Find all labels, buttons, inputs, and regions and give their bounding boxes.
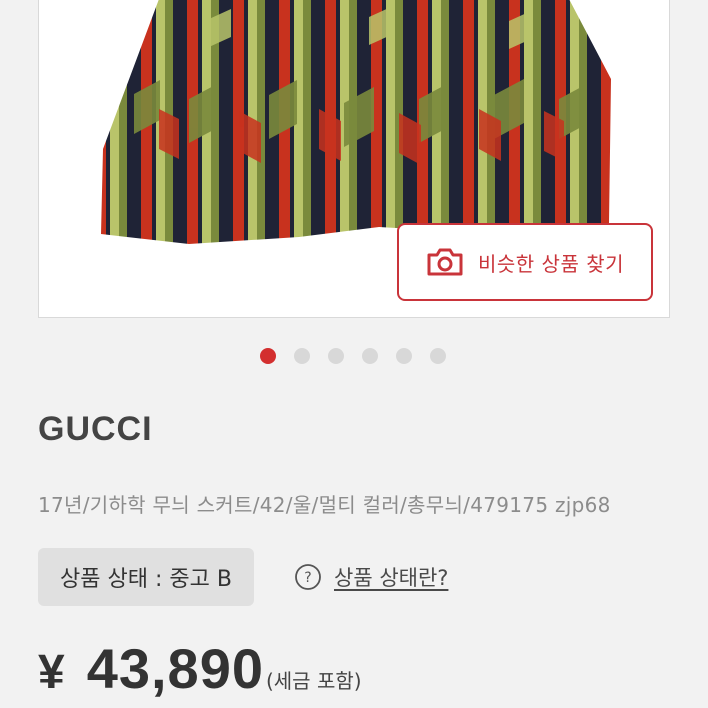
product-title: 17년/기하학 무늬 스커트/42/울/멀티 컬러/총무늬/479175 zjp… bbox=[38, 493, 611, 517]
find-similar-button[interactable]: 비슷한 상품 찾기 bbox=[397, 223, 653, 301]
pagination-dot-4[interactable] bbox=[362, 348, 378, 364]
find-similar-label: 비슷한 상품 찾기 bbox=[477, 251, 624, 276]
image-pagination bbox=[260, 348, 446, 364]
pagination-dot-6[interactable] bbox=[430, 348, 446, 364]
question-circle-icon: ? bbox=[295, 564, 321, 590]
condition-badge: 상품 상태 : 중고 B bbox=[38, 548, 254, 606]
price-amount: 43,890 bbox=[86, 637, 264, 700]
svg-text:?: ? bbox=[304, 570, 311, 586]
pagination-dot-1[interactable] bbox=[260, 348, 276, 364]
camera-icon bbox=[427, 248, 463, 276]
condition-info-link[interactable]: ? 상품 상태란? bbox=[294, 562, 448, 592]
product-image-frame[interactable]: 비슷한 상품 찾기 bbox=[38, 0, 670, 318]
pagination-dot-3[interactable] bbox=[328, 348, 344, 364]
price: ¥ 43,890 (세금 포함) bbox=[38, 636, 362, 701]
pagination-dot-5[interactable] bbox=[396, 348, 412, 364]
brand-name[interactable]: GUCCI bbox=[38, 410, 153, 449]
condition-label: 상품 상태 : 중고 B bbox=[60, 567, 232, 592]
price-tax-note: (세금 포함) bbox=[265, 669, 362, 693]
price-currency: ¥ bbox=[38, 646, 65, 699]
pagination-dot-2[interactable] bbox=[294, 348, 310, 364]
condition-info-label: 상품 상태란? bbox=[334, 566, 449, 590]
